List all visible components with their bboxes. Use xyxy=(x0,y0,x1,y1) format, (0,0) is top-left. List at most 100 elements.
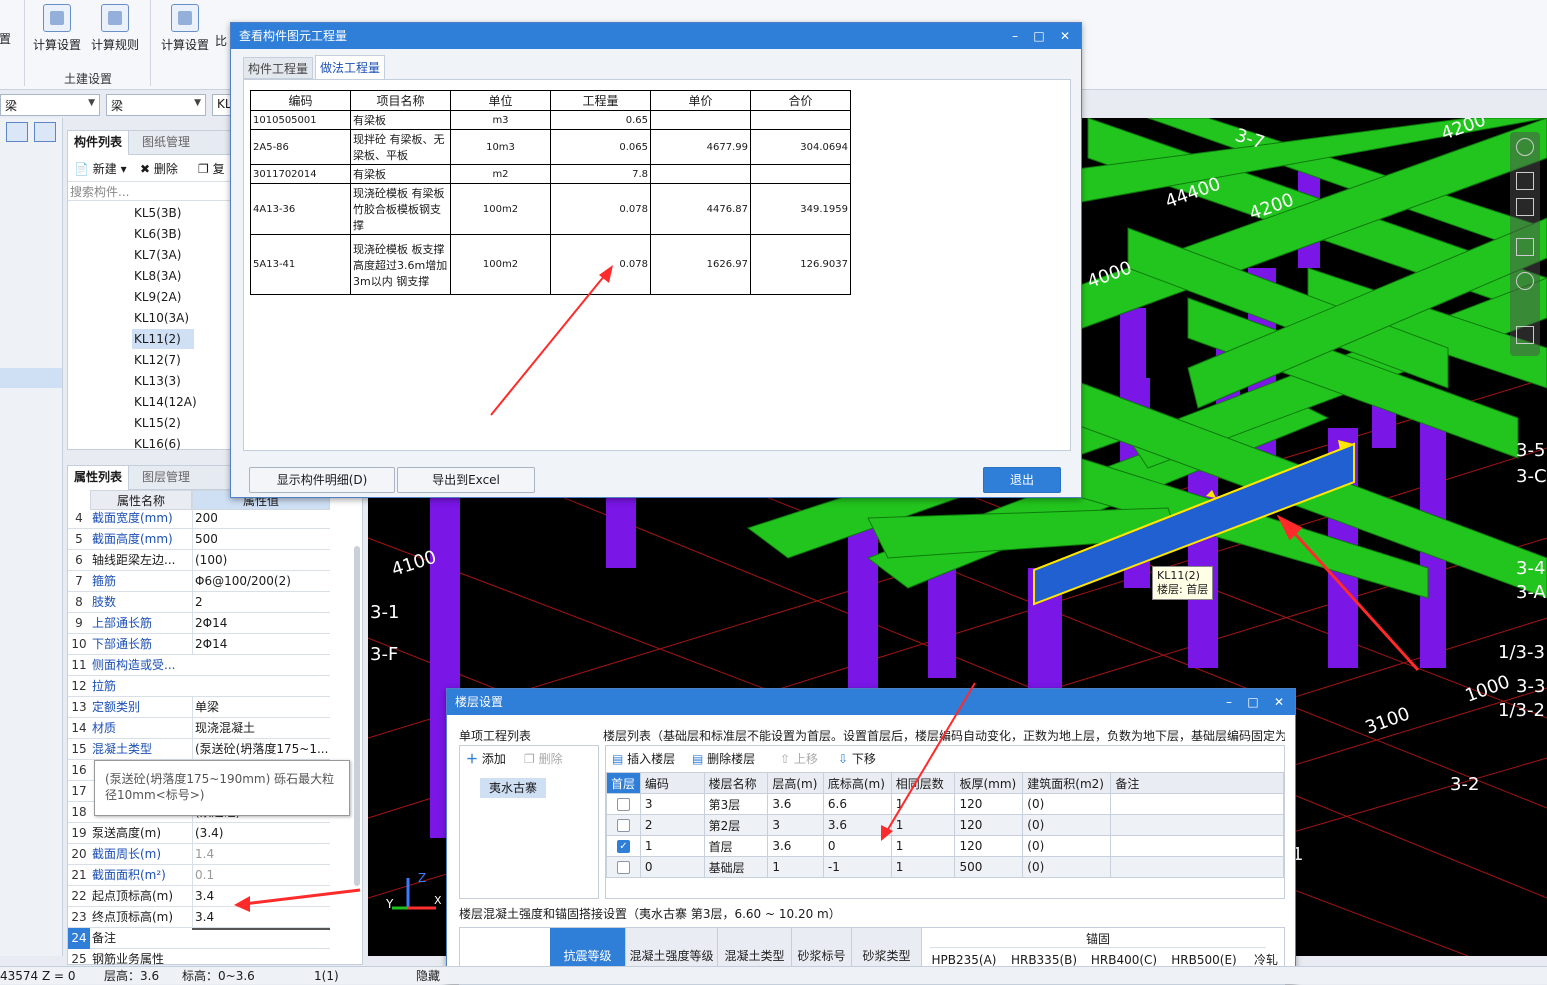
quantity-row[interactable]: 3011702014 有梁板 m2 7.8 xyxy=(250,164,851,184)
floor-cell-area[interactable]: (0) xyxy=(1022,835,1112,857)
quantity-row[interactable]: 1010505001 有梁板 m3 0.65 xyxy=(250,110,851,130)
property-row[interactable]: 13 定额类别 单梁 xyxy=(68,697,330,718)
orbit-icon[interactable] xyxy=(1516,138,1534,156)
property-row[interactable]: 4 截面宽度(mm) 200 xyxy=(68,508,330,529)
grid-view-icon[interactable] xyxy=(34,122,56,142)
property-value[interactable]: Φ6@100/200(2) xyxy=(192,571,330,592)
component-list-item[interactable]: KL12(7) xyxy=(132,350,183,370)
floor-cell-area[interactable]: (0) xyxy=(1022,793,1112,815)
component-list-item[interactable]: KL11(2) xyxy=(132,329,194,349)
tab-layers[interactable]: 图层管理 xyxy=(136,466,196,490)
minimize-icon[interactable]: – xyxy=(1003,23,1027,49)
component-list-item[interactable]: KL9(2A) xyxy=(132,287,183,307)
floor-cell-h[interactable]: 1 xyxy=(767,856,824,878)
component-list-item[interactable]: KL7(3A) xyxy=(132,245,183,265)
minimize-icon[interactable]: – xyxy=(1217,689,1241,715)
status-hidden[interactable]: 隐藏 xyxy=(416,967,440,985)
project-item[interactable]: 夷水古寨 xyxy=(480,778,546,798)
ribbon-cut-label[interactable]: 置 xyxy=(0,30,12,47)
floor-cell-bottom[interactable]: -1 xyxy=(822,856,892,878)
property-row[interactable]: 15 混凝土类型 (泵送砼(坍落度175~1... xyxy=(68,739,330,760)
property-value[interactable]: (100) xyxy=(192,550,330,571)
floor-cell-name[interactable]: 首层 xyxy=(703,835,769,857)
floor-cell-h[interactable]: 3.6 xyxy=(767,793,824,815)
add-project-button[interactable]: ＋ 添加 xyxy=(466,750,506,767)
tab-component-quantity[interactable]: 构件工程量 xyxy=(243,57,313,79)
property-value[interactable] xyxy=(192,928,330,930)
property-value[interactable]: (3.4) xyxy=(192,823,330,844)
maximize-icon[interactable]: □ xyxy=(1241,689,1265,715)
property-value[interactable]: 现浇混凝土 xyxy=(192,718,330,739)
property-row[interactable]: 6 轴线距梁左边... (100) xyxy=(68,550,330,571)
property-row[interactable]: 10 下部通长筋 2Φ14 xyxy=(68,634,330,655)
component-list-item[interactable]: KL14(12A) xyxy=(132,392,199,412)
floor-cell-code[interactable]: 1 xyxy=(639,835,705,857)
floor-cell-code[interactable]: 2 xyxy=(639,814,705,836)
property-row[interactable]: 24 备注 xyxy=(68,928,330,949)
floor-cell-name[interactable]: 第2层 xyxy=(703,814,769,836)
property-row[interactable]: 20 截面周长(m) 1.4 xyxy=(68,844,330,865)
first-floor-checkbox[interactable] xyxy=(616,861,630,874)
show-detail-button[interactable]: 显示构件明细(D) xyxy=(249,467,395,493)
first-floor-checkbox[interactable] xyxy=(616,798,630,811)
property-value[interactable]: 单梁 xyxy=(192,697,330,718)
property-value[interactable]: (泵送砼(坍落度175~1... xyxy=(192,739,330,760)
property-row[interactable]: 5 截面高度(mm) 500 xyxy=(68,529,330,550)
nav-selected-row[interactable] xyxy=(0,368,62,388)
floor-cell-slab[interactable]: 500 xyxy=(954,856,1024,878)
view-2d-icon[interactable] xyxy=(1516,172,1534,190)
insert-floor-button[interactable]: ▤ 插入楼层 xyxy=(612,750,675,767)
tab-method-quantity[interactable]: 做法工程量 xyxy=(315,55,385,79)
rotate-icon[interactable] xyxy=(1516,272,1534,290)
component-list-item[interactable]: KL15(2) xyxy=(132,413,183,433)
maximize-icon[interactable]: □ xyxy=(1027,23,1051,49)
floor-cell-code[interactable]: 0 xyxy=(639,856,705,878)
remove-floor-button[interactable]: ▤ 删除楼层 xyxy=(692,750,755,767)
close-icon[interactable]: ✕ xyxy=(1267,689,1291,715)
calc-settings-button[interactable]: 计算设置 xyxy=(30,2,84,53)
floor-cell-h[interactable]: 3.6 xyxy=(767,835,824,857)
calc-settings-2-button[interactable]: 计算设置 xyxy=(158,2,212,53)
tab-component-list[interactable]: 构件列表 xyxy=(68,131,130,155)
move-up-button[interactable]: ⇧ 上移 xyxy=(780,750,818,767)
floor-cell-note[interactable] xyxy=(1110,835,1284,857)
partial-label[interactable]: 比 xyxy=(214,32,228,49)
properties-scrollbar[interactable] xyxy=(354,546,360,886)
floor-cell-note[interactable] xyxy=(1110,814,1284,836)
property-value[interactable]: 1.4 xyxy=(192,844,330,865)
quantity-row[interactable]: 4A13-36 现浇砼模板 有梁板 竹胶合板模板钢支撑 100m2 0.078 4476… xyxy=(250,183,851,235)
delete-button[interactable]: ✖ 删除 xyxy=(140,159,178,179)
property-value[interactable]: 2Φ14 xyxy=(192,634,330,655)
floor-cell-h[interactable]: 3 xyxy=(767,814,824,836)
component-list-item[interactable]: KL10(3A) xyxy=(132,308,191,328)
layers-icon[interactable] xyxy=(1516,326,1534,344)
component-list-item[interactable]: KL6(3B) xyxy=(132,224,183,244)
floor-cell-area[interactable]: (0) xyxy=(1022,856,1112,878)
tab-drawings[interactable]: 图纸管理 xyxy=(136,131,196,155)
property-row[interactable]: 12 拉筋 xyxy=(68,676,330,697)
component-list-item[interactable]: KL16(6) xyxy=(132,434,183,454)
calc-rules-button[interactable]: 计算规则 xyxy=(88,2,142,53)
first-floor-checkbox[interactable]: ✓ xyxy=(616,840,630,853)
component-list-item[interactable]: KL5(3B) xyxy=(132,203,183,223)
property-row[interactable]: 9 上部通长筋 2Φ14 xyxy=(68,613,330,634)
exit-button[interactable]: 退出 xyxy=(983,467,1061,493)
quantity-row[interactable]: 2A5-86 现拌砼 有梁板、无梁板、平板 10m3 0.065 4677.99 304.… xyxy=(250,129,851,165)
property-row[interactable]: 14 材质 现浇混凝土 xyxy=(68,718,330,739)
list-view-icon[interactable] xyxy=(6,122,28,142)
copy-button[interactable]: ❐ 复 xyxy=(198,159,225,179)
new-button[interactable]: 📄 新建 ▾ xyxy=(74,159,127,179)
export-excel-button[interactable]: 导出到Excel xyxy=(397,467,535,493)
property-row[interactable]: 8 肢数 2 xyxy=(68,592,330,613)
component-list-item[interactable]: KL8(3A) xyxy=(132,266,183,286)
property-value[interactable]: 2Φ14 xyxy=(192,613,330,634)
property-row[interactable]: 7 箍筋 Φ6@100/200(2) xyxy=(68,571,330,592)
floor-cell-name[interactable]: 基础层 xyxy=(703,856,769,878)
tab-properties[interactable]: 属性列表 xyxy=(68,466,130,490)
box-view-icon[interactable] xyxy=(1516,238,1534,256)
floor-cell-same[interactable]: 1 xyxy=(890,856,956,878)
floor-cell-code[interactable]: 3 xyxy=(639,793,705,815)
first-floor-checkbox[interactable] xyxy=(616,819,630,832)
property-value[interactable]: 200 xyxy=(192,508,330,529)
view-3d-icon[interactable] xyxy=(1516,198,1534,216)
